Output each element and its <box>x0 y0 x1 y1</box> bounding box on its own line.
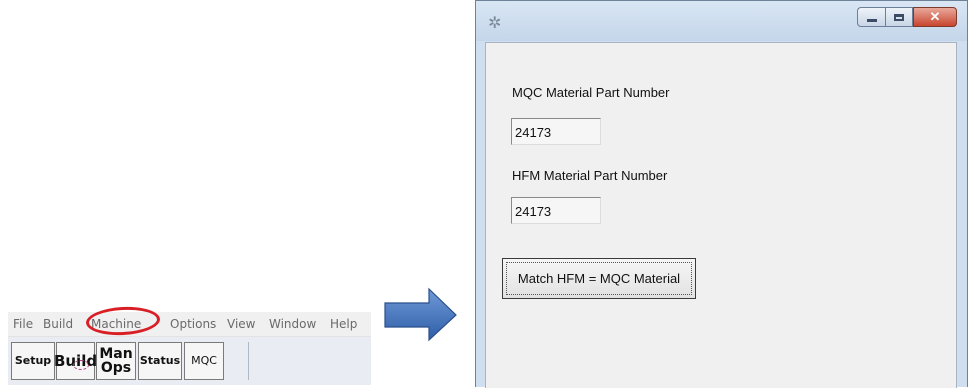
status-button[interactable]: Status <box>138 342 182 380</box>
menu-options[interactable]: Options <box>170 317 216 331</box>
menu-bar: File Build Machine Options View Window H… <box>8 305 371 337</box>
hfm-part-number-field[interactable]: 24173 <box>511 197 601 224</box>
minimize-button[interactable] <box>857 7 885 27</box>
status-label: Status <box>139 354 181 367</box>
menu-build[interactable]: Build <box>43 317 73 331</box>
man-ops-label-line2: Ops <box>100 360 132 376</box>
setup-button[interactable]: Setup <box>11 342 55 380</box>
mqc-button[interactable]: MQC <box>184 342 224 380</box>
match-button-label: Match HFM = MQC Material <box>517 271 681 286</box>
hfm-part-number-label: HFM Material Part Number <box>512 168 668 183</box>
setup-label: Setup <box>14 354 52 367</box>
build-button[interactable]: Build <box>54 342 97 380</box>
man-ops-label-line1: Man <box>99 346 133 362</box>
app-menu-toolbar-crop: File Build Machine Options View Window H… <box>8 305 371 385</box>
menu-window[interactable]: Window <box>269 317 316 331</box>
toolbar: Setup Build Man Ops Status MQC <box>8 337 371 385</box>
app-icon: ✲ <box>488 15 502 32</box>
title-bar: ✲ ✕ <box>476 1 967 41</box>
close-button[interactable]: ✕ <box>913 7 957 27</box>
maximize-icon <box>894 13 904 21</box>
toolbar-divider <box>248 342 249 380</box>
mqc-label: MQC <box>191 354 217 367</box>
highlight-ellipse <box>85 305 161 337</box>
menu-file[interactable]: File <box>13 317 33 331</box>
maximize-button[interactable] <box>885 7 913 27</box>
menu-view[interactable]: View <box>227 317 255 331</box>
dialog-window: ✲ ✕ MQC Material Part Number 24173 HFM M… <box>475 0 968 388</box>
man-ops-button[interactable]: Man Ops <box>96 342 136 380</box>
window-controls: ✕ <box>857 7 957 27</box>
menu-help[interactable]: Help <box>330 317 357 331</box>
right-arrow-icon <box>384 287 457 342</box>
close-icon: ✕ <box>929 9 941 24</box>
mqc-part-number-field[interactable]: 24173 <box>511 118 601 145</box>
build-icon <box>73 360 89 370</box>
minimize-icon <box>866 18 877 22</box>
match-hfm-mqc-button[interactable]: Match HFM = MQC Material <box>502 258 696 299</box>
mqc-part-number-label: MQC Material Part Number <box>512 85 670 100</box>
dialog-client-area: MQC Material Part Number 24173 HFM Mater… <box>485 42 957 388</box>
